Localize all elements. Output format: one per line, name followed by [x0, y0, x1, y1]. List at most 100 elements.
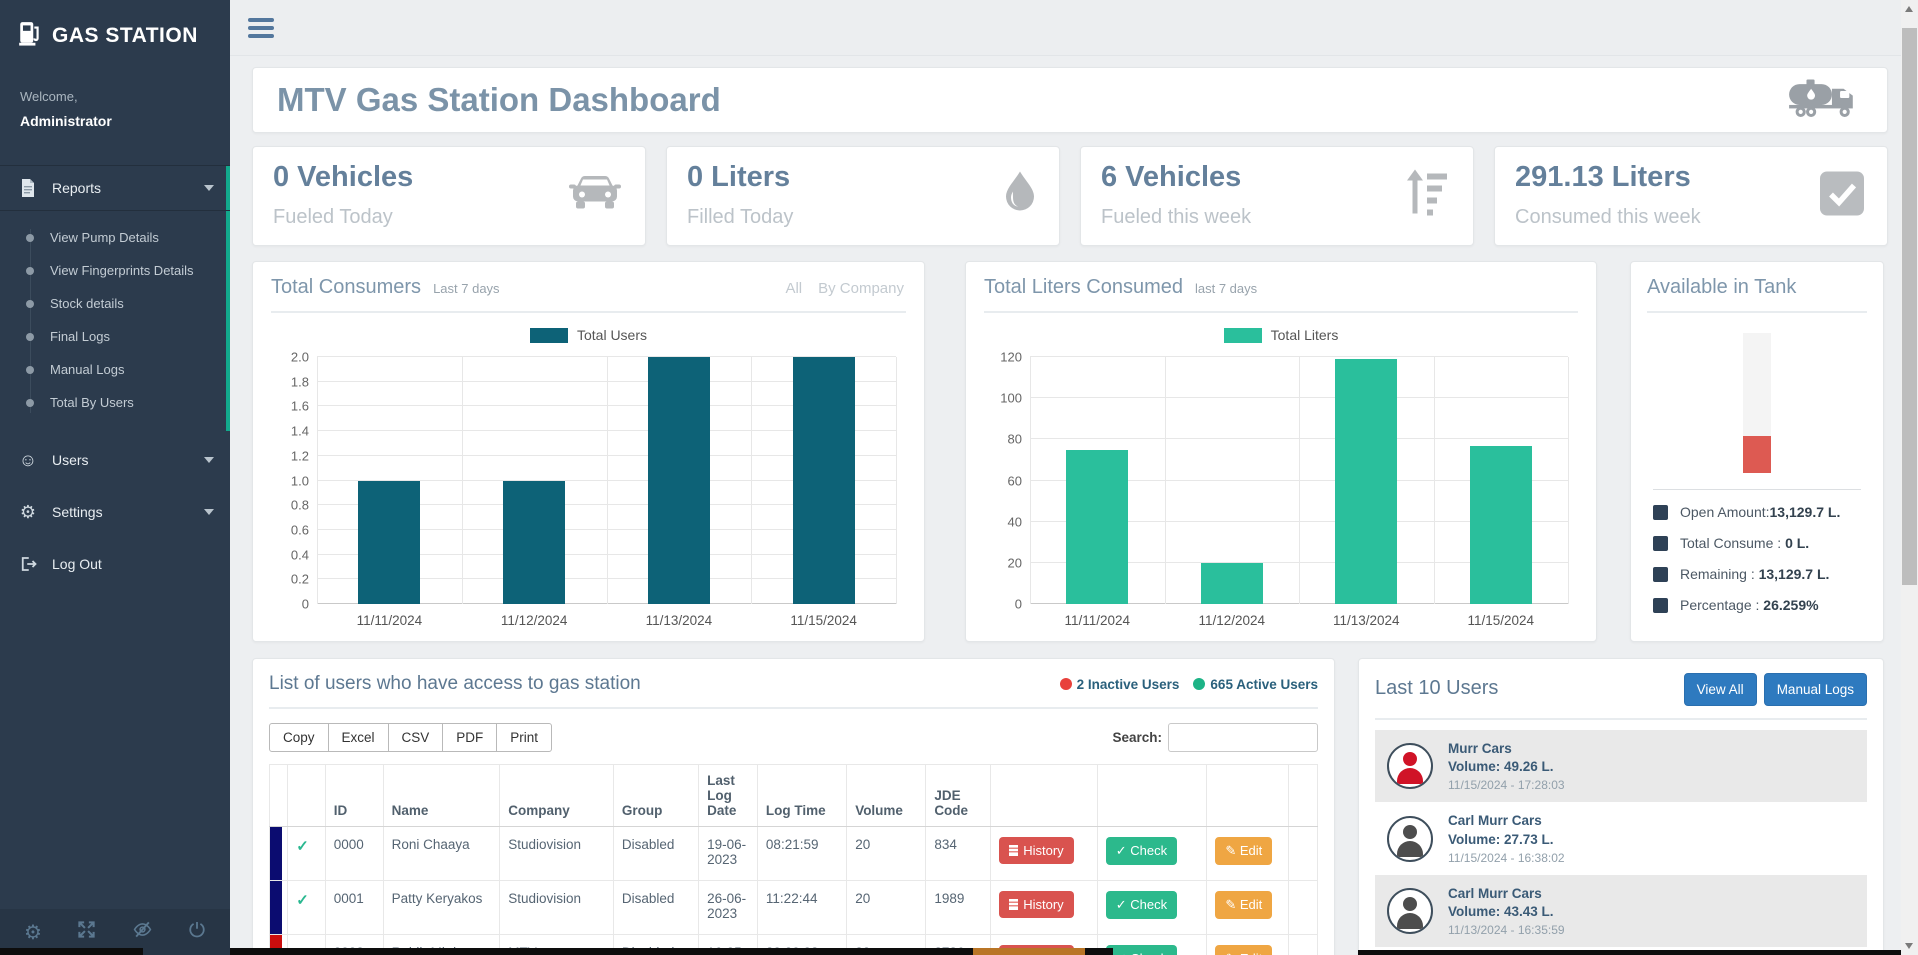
legend-swatch	[530, 328, 568, 343]
sidebar-item-log-out[interactable]: Log Out	[0, 541, 230, 587]
bullet-icon	[26, 267, 34, 275]
bar	[793, 357, 855, 604]
last-user-item[interactable]: Carl Murr CarsVolume: 43.43 L.11/13/2024…	[1375, 875, 1867, 947]
power-icon[interactable]	[188, 920, 206, 944]
check-button[interactable]: ✓ Check	[1106, 837, 1177, 865]
tab-all[interactable]: All	[785, 280, 802, 297]
y-axis-tick: 0.8	[271, 498, 309, 513]
sidebar-subitem[interactable]: View Pump Details	[0, 221, 230, 254]
gear-icon[interactable]: ⚙	[24, 920, 42, 945]
y-axis-tick: 1.8	[271, 374, 309, 389]
export-button-print[interactable]: Print	[496, 723, 552, 752]
sidebar-item-reports[interactable]: Reports	[0, 165, 230, 211]
bar	[1066, 450, 1128, 604]
edit-cell: ✎ Edit	[1207, 827, 1289, 881]
tank-legend-text: Percentage : 26.259%	[1680, 597, 1819, 613]
last-user-date: 11/15/2024 - 17:28:03	[1448, 778, 1565, 792]
sidebar-menus: ☺Users ⚙Settings Log Out	[0, 437, 230, 587]
chart-legend: Total Liters	[984, 327, 1578, 343]
last-users-title: Last 10 Users	[1375, 677, 1498, 700]
hamburger-menu-icon[interactable]	[248, 18, 274, 38]
tank-gauge-fill	[1743, 436, 1771, 473]
y-axis-tick: 40	[984, 514, 1022, 529]
search-input[interactable]	[1168, 723, 1318, 752]
scroll-down-arrow-icon[interactable]	[1905, 943, 1913, 949]
last-user-item[interactable]: Carl Murr CarsVolume: 27.73 L.11/15/2024…	[1375, 802, 1867, 874]
y-axis-tick: 0	[984, 597, 1022, 612]
last-user-volume: Volume: 27.73 L.	[1448, 831, 1565, 849]
file-icon	[18, 179, 38, 197]
history-button[interactable]: History	[999, 837, 1073, 864]
tab-by-company[interactable]: By Company	[818, 280, 904, 297]
sidebar-item-label: Log Out	[52, 556, 102, 572]
legend-swatch	[1224, 328, 1262, 343]
chart-1: Total Liters Consumed last 7 days Total …	[965, 261, 1597, 642]
column-header: Log Time	[757, 765, 846, 827]
edit-button[interactable]: ✎ Edit	[1215, 837, 1272, 865]
column-header: JDE Code	[926, 765, 991, 827]
table-cell: 1989	[926, 881, 991, 935]
y-axis-tick: 1.6	[271, 399, 309, 414]
tank-gauge	[1743, 333, 1771, 473]
x-axis-label: 11/12/2024	[462, 613, 607, 628]
sidebar: GAS STATION Welcome, Administrator Repor…	[0, 0, 230, 955]
column-header-empty	[1289, 765, 1318, 827]
stat-card-fueled-today: 0 Vehicles Fueled Today	[252, 146, 646, 246]
sidebar-subitem[interactable]: Stock details	[0, 287, 230, 320]
expand-icon[interactable]	[77, 920, 96, 944]
check-square-icon	[1819, 171, 1865, 222]
edit-button[interactable]: ✎ Edit	[1215, 891, 1272, 919]
check-button[interactable]: ✓ Check	[1106, 891, 1177, 919]
column-header: ID	[325, 765, 383, 827]
scrollbar-thumb[interactable]	[1902, 28, 1917, 585]
y-axis-tick: 1.2	[271, 448, 309, 463]
last-user-item[interactable]: Murr CarsVolume: 49.26 L.11/15/2024 - 17…	[1375, 730, 1867, 802]
sidebar-item-users[interactable]: ☺Users	[0, 437, 230, 483]
table-cell: Disabled	[613, 827, 698, 881]
export-button-copy[interactable]: Copy	[269, 723, 329, 752]
y-axis-tick: 20	[984, 555, 1022, 570]
x-axis-label: 11/15/2024	[1434, 613, 1569, 628]
table-cell: 20	[847, 881, 926, 935]
export-button-pdf[interactable]: PDF	[442, 723, 497, 752]
tank-legend-item: Open Amount:13,129.7 L.	[1647, 504, 1867, 520]
tank-title: Available in Tank	[1647, 276, 1796, 299]
gridline-vertical	[317, 357, 318, 604]
x-axis-label: 11/15/2024	[751, 613, 896, 628]
eye-slash-icon[interactable]	[132, 920, 153, 944]
last-user-name: Carl Murr Cars	[1448, 885, 1565, 903]
edit-button[interactable]: ✎ Edit	[1215, 945, 1272, 955]
gridline-vertical	[1434, 357, 1435, 604]
export-button-csv[interactable]: CSV	[388, 723, 444, 752]
sidebar-item-settings[interactable]: ⚙Settings	[0, 489, 230, 535]
main-area: MTV Gas Station Dashboard 0 Vehicles	[230, 0, 1918, 955]
title-card: MTV Gas Station Dashboard	[252, 67, 1888, 133]
chevron-down-icon	[204, 185, 214, 191]
table-cell: Roni Chaaya	[383, 827, 500, 881]
bar	[503, 481, 565, 605]
inactive-users-count: 2 Inactive Users	[1060, 677, 1180, 692]
sidebar-subitem[interactable]: Final Logs	[0, 320, 230, 353]
last-user-info: Murr CarsVolume: 49.26 L.11/15/2024 - 17…	[1448, 740, 1565, 792]
legend-square-icon	[1653, 598, 1668, 613]
tanker-truck-icon	[1787, 76, 1863, 125]
last-user-volume: Volume: 49.26 L.	[1448, 758, 1565, 776]
scroll-up-arrow-icon[interactable]	[1905, 6, 1913, 12]
column-header: Name	[383, 765, 500, 827]
manual-logs-button[interactable]: Manual Logs	[1764, 673, 1867, 706]
sidebar-subitem[interactable]: Total By Users	[0, 386, 230, 419]
sidebar-subitem[interactable]: View Fingerprints Details	[0, 254, 230, 287]
export-button-excel[interactable]: Excel	[328, 723, 389, 752]
sidebar-subitem[interactable]: Manual Logs	[0, 353, 230, 386]
history-button[interactable]: History	[999, 891, 1073, 918]
legend-label: Total Liters	[1271, 327, 1339, 343]
vertical-scrollbar[interactable]	[1901, 0, 1918, 955]
column-header-empty	[1097, 765, 1207, 827]
row-color-strip	[270, 827, 282, 880]
check-button[interactable]: ✓ Check	[1106, 945, 1177, 955]
chevron-down-icon	[204, 509, 214, 515]
view-all-button[interactable]: View All	[1684, 673, 1757, 706]
users-table: IDNameCompanyGroupLast Log DateLog TimeV…	[269, 764, 1318, 955]
bottom-artifact-bar	[973, 948, 1085, 955]
stat-value: 6 Vehicles	[1101, 161, 1453, 194]
